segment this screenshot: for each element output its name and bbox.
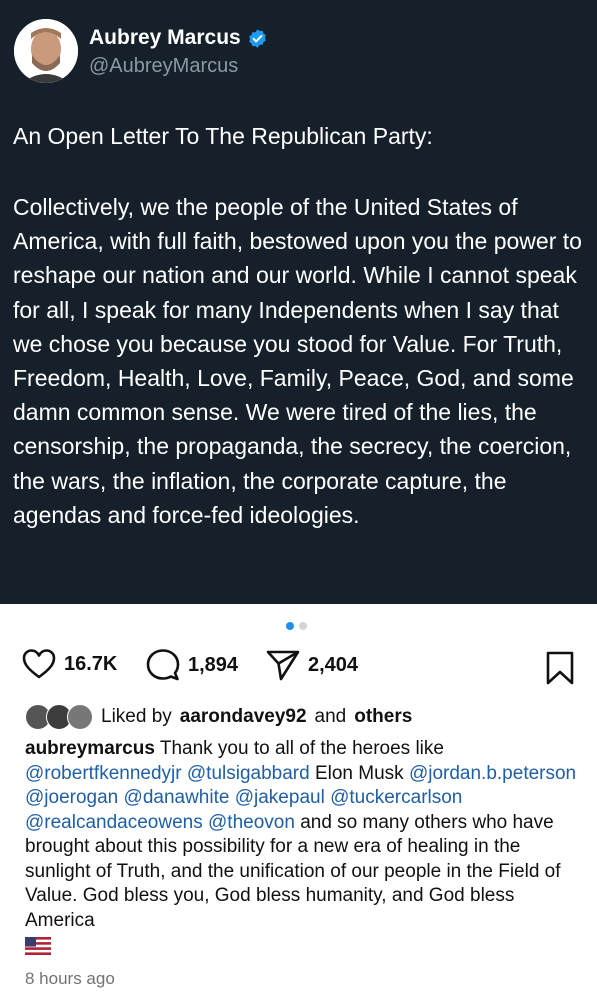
share-button[interactable]: 2,404 — [266, 649, 358, 681]
heart-icon — [22, 649, 56, 679]
embedded-post-card[interactable]: Aubrey Marcus @AubreyMarcus An Open Lett… — [0, 0, 597, 604]
mention-link[interactable]: @realcandaceowens — [25, 812, 203, 833]
comment-count: 1,894 — [188, 653, 239, 676]
liked-by-and: and — [314, 706, 347, 727]
carousel-indicator — [286, 622, 307, 630]
author-avatar[interactable] — [14, 19, 78, 83]
caption-username[interactable]: aubreymarcus — [25, 738, 155, 759]
author-handle[interactable]: @AubreyMarcus — [89, 55, 238, 78]
mention-link[interactable]: @jordan.b.peterson — [409, 763, 576, 784]
caption-lead: Thank you to all of the heroes like — [159, 738, 444, 759]
liked-by-row: Liked by aarondavey92 and others — [25, 704, 412, 730]
mention-link[interactable]: @danawhite — [124, 787, 230, 808]
us-flag-icon — [25, 936, 51, 955]
share-count: 2,404 — [308, 653, 359, 676]
verified-badge-icon — [248, 28, 266, 48]
author-avatar-image — [14, 19, 78, 83]
comment-icon — [146, 649, 180, 681]
comment-button[interactable]: 1,894 — [146, 649, 238, 681]
like-button[interactable]: 16.7K — [22, 649, 117, 679]
liker-avatars[interactable] — [25, 704, 93, 730]
caption-name: Elon Musk — [314, 762, 404, 784]
post-caption: aubreymarcus Thank you to all of the her… — [25, 737, 585, 958]
mention-link[interactable]: @tuckercarlson — [330, 787, 462, 808]
save-button[interactable] — [546, 651, 574, 690]
mention-link[interactable]: @robertfkennedyjr — [25, 763, 182, 784]
bookmark-icon — [546, 651, 574, 685]
mention-link[interactable]: @theovon — [208, 812, 295, 833]
mention-link[interactable]: @tulsigabbard — [187, 763, 310, 784]
letter-body: Collectively, we the people of the Unite… — [13, 194, 582, 528]
mention-link[interactable]: @jakepaul — [235, 787, 325, 808]
send-icon — [266, 650, 300, 681]
liked-by-prefix: Liked by — [101, 706, 172, 727]
liked-by-others[interactable]: others — [354, 706, 412, 728]
carousel-dot[interactable] — [299, 622, 307, 630]
post-timestamp[interactable]: 8 hours ago — [25, 969, 115, 989]
mention-link[interactable]: @joerogan — [25, 787, 118, 808]
letter-title: An Open Letter To The Republican Party: — [13, 123, 433, 149]
action-bar: 16.7K 1,894 2,404 — [22, 649, 574, 687]
liked-by-user[interactable]: aarondavey92 — [180, 706, 307, 728]
carousel-dot-active[interactable] — [286, 622, 294, 630]
liker-avatar — [67, 704, 93, 730]
like-count: 16.7K — [64, 652, 118, 675]
author-name[interactable]: Aubrey Marcus — [89, 26, 241, 50]
